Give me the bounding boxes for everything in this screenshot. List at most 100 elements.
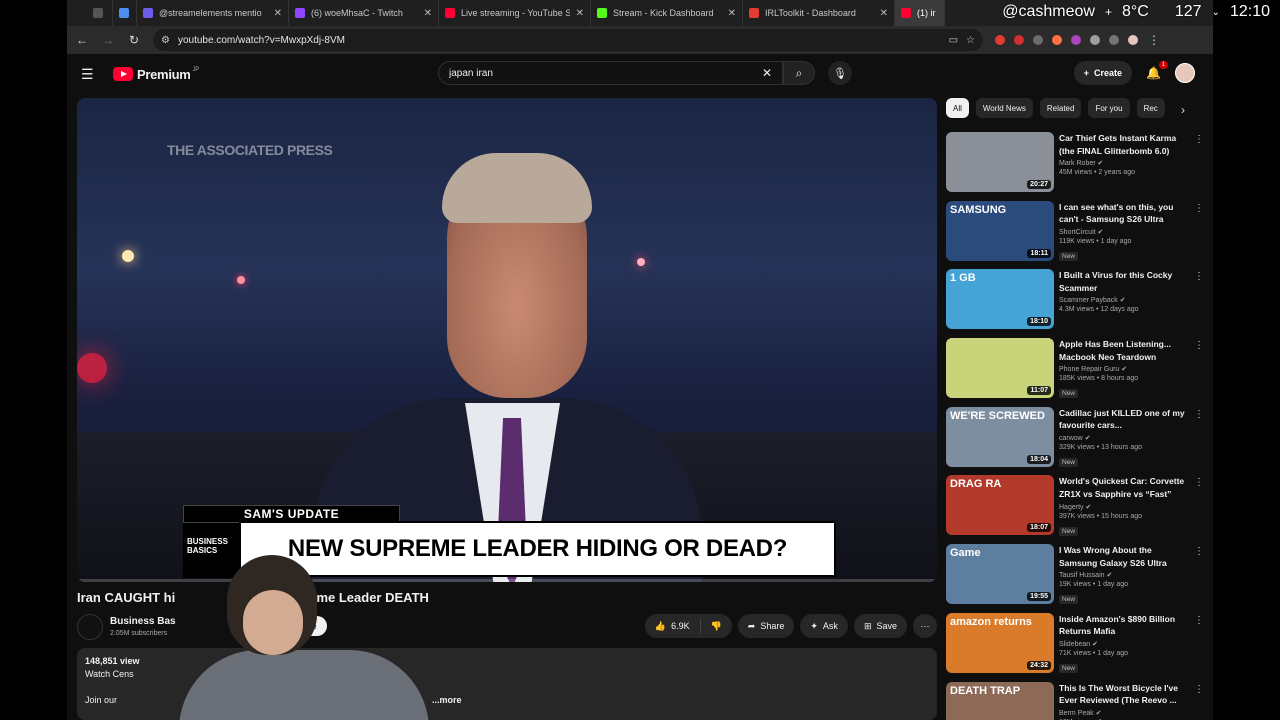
recommendation-channel[interactable]: carwow ✔ — [1059, 434, 1189, 442]
dislike-button[interactable]: 👎 — [701, 614, 732, 638]
cast-icon[interactable]: ▭ — [949, 35, 958, 46]
extension-icon[interactable] — [1033, 35, 1043, 45]
channel-name[interactable]: Slidebean — [1059, 641, 1090, 648]
recommendation-title[interactable]: Inside Amazon's $890 Billion Returns Maf… — [1059, 613, 1189, 638]
url-text[interactable]: youtube.com/watch?v=MwxpXdj-8VM — [178, 35, 941, 46]
search-box[interactable]: ✕ — [438, 61, 783, 85]
notifications-button[interactable]: 🔔 1 — [1146, 61, 1168, 80]
extension-icon[interactable] — [1052, 35, 1062, 45]
tab-pinned[interactable] — [87, 0, 113, 26]
extension-icon[interactable] — [995, 35, 1005, 45]
channel-name[interactable]: carwow — [1059, 435, 1083, 442]
channel-name[interactable]: ShortCircuit — [1059, 229, 1096, 236]
channel-name[interactable]: Tausif Hussain — [1059, 572, 1105, 579]
recommendation-channel[interactable]: Slidebean ✔ — [1059, 640, 1189, 648]
recommendation-item[interactable]: DRAG RA 18:07 World's Quickest Car: Corv… — [946, 473, 1206, 542]
video-thumbnail[interactable]: 11:07 — [946, 338, 1054, 399]
kebab-menu-icon[interactable]: ⋮ — [1194, 134, 1204, 145]
video-thumbnail[interactable]: Game 19:55 — [946, 544, 1054, 605]
create-button[interactable]: + Create — [1073, 61, 1133, 85]
channel-name[interactable]: Berm Peak — [1059, 710, 1094, 717]
share-button[interactable]: ➦ Share — [737, 614, 795, 638]
video-thumbnail[interactable]: SAMSUNG 18:11 — [946, 200, 1054, 261]
chip-recent[interactable]: Rec — [1136, 98, 1165, 118]
profile-icon[interactable] — [1128, 35, 1138, 45]
kebab-menu-icon[interactable]: ⋮ — [1194, 340, 1204, 351]
kebab-menu-icon[interactable]: ⋮ — [1194, 684, 1204, 695]
channel-name[interactable]: Business Bas — [110, 616, 176, 627]
video-thumbnail[interactable]: DEATH TRAP — [946, 681, 1054, 720]
clear-search-icon[interactable]: ✕ — [762, 66, 772, 80]
recommendation-title[interactable]: This Is The Worst Bicycle I've Ever Revi… — [1059, 682, 1189, 707]
video-player[interactable]: THE ASSOCIATED PRESS SAM'S UPDATE BUSINE… — [77, 98, 937, 582]
show-more-button[interactable]: ...more — [432, 695, 462, 705]
recommendation-title[interactable]: I Built a Virus for this Cocky Scammer — [1059, 269, 1189, 294]
recommendation-channel[interactable]: Phone Repair Guru ✔ — [1059, 365, 1189, 373]
search-button[interactable]: ⌕ — [783, 61, 815, 85]
video-thumbnail[interactable]: DRAG RA 18:07 — [946, 475, 1054, 536]
reload-icon[interactable]: ↻ — [127, 33, 141, 47]
back-icon[interactable]: ← — [75, 33, 89, 47]
recommendation-title[interactable]: Cadillac just KILLED one of my favourite… — [1059, 407, 1189, 432]
youtube-premium-logo[interactable]: Premium JP — [113, 67, 199, 82]
recommendation-item[interactable]: 20:27 Car Thief Gets Instant Karma (the … — [946, 130, 1206, 199]
recommendation-title[interactable]: Car Thief Gets Instant Karma (the FINAL … — [1059, 132, 1189, 157]
chip-world-news[interactable]: World News — [975, 98, 1033, 118]
recommendation-item[interactable]: SAMSUNG 18:11 I can see what's on this, … — [946, 199, 1206, 268]
channel-name[interactable]: Mark Rober — [1059, 160, 1096, 167]
tab-active-youtube[interactable]: (1) ir — [895, 0, 945, 26]
recommendation-title[interactable]: World's Quickest Car: Corvette ZR1X vs S… — [1059, 475, 1189, 501]
account-avatar[interactable] — [1175, 63, 1195, 83]
recommendation-item[interactable]: amazon returns 24:32 Inside Amazon's $89… — [946, 611, 1206, 680]
recommendation-channel[interactable]: Mark Rober ✔ — [1059, 159, 1189, 167]
like-button[interactable]: 👍 6.9K — [645, 614, 700, 638]
recommendation-item[interactable]: WE'RE SCREWED 18:04 Cadillac just KILLED… — [946, 405, 1206, 474]
chip-all[interactable]: All — [946, 98, 969, 118]
tab-pinned-2[interactable] — [113, 0, 137, 26]
tab-twitch[interactable]: (6) woeMhsaC - Twitch ✕ — [289, 0, 439, 26]
kebab-menu-icon[interactable]: ⋮ — [1147, 33, 1161, 47]
recommendation-title[interactable]: I can see what's on this, you can't - Sa… — [1059, 201, 1189, 226]
kebab-menu-icon[interactable]: ⋮ — [1194, 203, 1204, 214]
video-thumbnail[interactable]: amazon returns 24:32 — [946, 612, 1054, 673]
tab-irltoolkit[interactable]: IRLToolkit - Dashboard ✕ — [743, 0, 895, 26]
tab-youtube-studio[interactable]: Live streaming - YouTube Stu ✕ — [439, 0, 591, 26]
site-info-icon[interactable]: ⚙ — [161, 35, 170, 46]
kebab-menu-icon[interactable]: ⋮ — [1194, 615, 1204, 626]
forward-icon[interactable]: → — [101, 33, 115, 47]
chip-related[interactable]: Related — [1039, 98, 1082, 118]
recommendation-item[interactable]: DEATH TRAP This Is The Worst Bicycle I'v… — [946, 680, 1206, 720]
recommendation-item[interactable]: 1 GB 18:10 I Built a Virus for this Cock… — [946, 267, 1206, 336]
menu-list-icon[interactable] — [1109, 35, 1119, 45]
recommendation-channel[interactable]: Tausif Hussain ✔ — [1059, 571, 1189, 579]
channel-name[interactable]: Scammer Payback — [1059, 297, 1118, 304]
kebab-menu-icon[interactable]: ⋮ — [1194, 546, 1204, 557]
kebab-menu-icon[interactable]: ⋮ — [1194, 477, 1204, 488]
video-thumbnail[interactable]: 20:27 — [946, 132, 1054, 192]
hamburger-menu-icon[interactable]: ☰ — [81, 66, 97, 83]
kebab-menu-icon[interactable]: ⋮ — [1194, 271, 1204, 282]
tab-kick[interactable]: Stream - Kick Dashboard ✕ — [591, 0, 743, 26]
video-thumbnail[interactable]: WE'RE SCREWED 18:04 — [946, 406, 1054, 467]
omnibox[interactable]: ⚙ youtube.com/watch?v=MwxpXdj-8VM ▭ ☆ — [153, 29, 983, 51]
close-icon[interactable]: ✕ — [880, 8, 888, 19]
close-icon[interactable]: ✕ — [576, 8, 584, 19]
bookmark-star-icon[interactable]: ☆ — [966, 35, 975, 46]
mute-icon[interactable]: ✕ — [728, 8, 736, 19]
tab-streamelements[interactable]: @streamelements mentio ✕ — [137, 0, 289, 26]
recommendation-item[interactable]: Game 19:55 I Was Wrong About the Samsung… — [946, 542, 1206, 611]
more-actions-button[interactable]: ⋯ — [913, 614, 937, 638]
recommendation-channel[interactable]: Scammer Payback ✔ — [1059, 296, 1189, 304]
save-button[interactable]: ⊞ Save — [853, 614, 907, 638]
channel-name[interactable]: Hagerty — [1059, 504, 1084, 511]
recommendation-item[interactable]: 11:07 Apple Has Been Listening... Macboo… — [946, 336, 1206, 405]
recommendation-channel[interactable]: ShortCircuit ✔ — [1059, 228, 1189, 236]
recommendation-channel[interactable]: Berm Peak ✔ — [1059, 709, 1189, 717]
kebab-menu-icon[interactable]: ⋮ — [1194, 409, 1204, 420]
video-thumbnail[interactable]: 1 GB 18:10 — [946, 269, 1054, 330]
channel-name[interactable]: Phone Repair Guru — [1059, 366, 1119, 373]
recommendation-channel[interactable]: Hagerty ✔ — [1059, 503, 1189, 511]
chip-for-you[interactable]: For you — [1088, 98, 1130, 118]
chevron-right-icon[interactable]: › — [1181, 103, 1185, 117]
close-icon[interactable]: ✕ — [424, 8, 432, 19]
